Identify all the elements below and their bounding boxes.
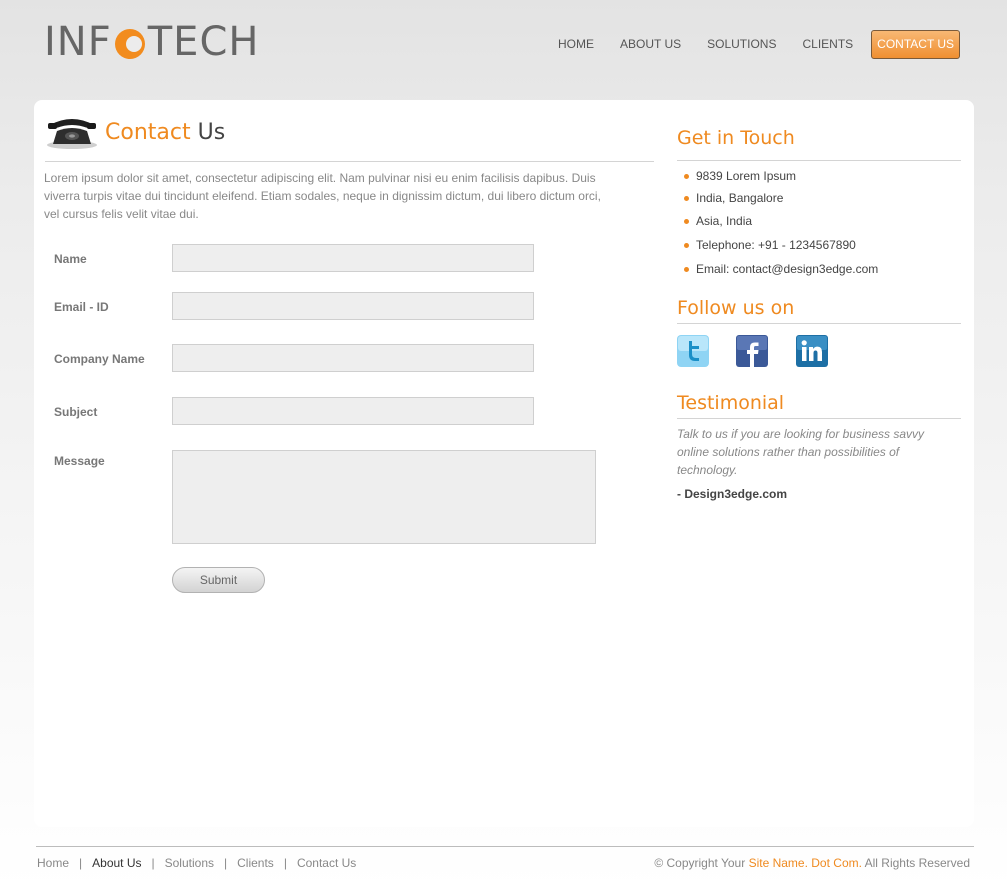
get-in-touch-heading: Get in Touch — [677, 127, 795, 149]
logo-text-left: INF — [44, 19, 112, 65]
footer-link-home[interactable]: Home — [37, 856, 69, 870]
footer-link-clients[interactable]: Clients — [237, 856, 274, 870]
logo-o-icon — [113, 25, 147, 59]
get-in-touch-divider — [677, 160, 961, 161]
copyright-prefix: © Copyright Your — [654, 856, 746, 870]
intro-text: Lorem ipsum dolor sit amet, consectetur … — [44, 171, 601, 221]
message-field[interactable] — [172, 450, 596, 544]
follow-us-heading: Follow us on — [677, 297, 795, 319]
subject-label: Subject — [54, 405, 98, 419]
company-name-label: Company Name — [54, 352, 145, 366]
testimonial-author: - Design3edge.com — [677, 487, 788, 501]
nav-home[interactable]: HOME — [548, 30, 604, 59]
contact-region: Asia, India — [684, 214, 752, 228]
facebook-icon[interactable] — [736, 335, 768, 367]
footer-divider — [36, 846, 974, 847]
footer-separator: | — [151, 856, 155, 870]
contact-email[interactable]: Email: contact@design3edge.com — [684, 262, 878, 276]
content-panel: Contact Us Lorem ipsum dolor sit amet, c… — [34, 100, 974, 827]
footer-separator: | — [283, 856, 287, 870]
footer-separator: | — [79, 856, 83, 870]
footer-nav: Home | About Us | Solutions | Clients | … — [37, 856, 356, 870]
page-title: Contact Us — [105, 120, 225, 145]
company-name-field[interactable] — [172, 344, 534, 372]
logo-text-right: TECH — [147, 19, 260, 65]
main-nav: HOME ABOUT US SOLUTIONS CLIENTS CONTACT … — [548, 30, 961, 59]
page-title-accent: Contact — [105, 120, 191, 145]
copyright-suffix: All Rights Reserved — [864, 856, 970, 870]
nav-solutions[interactable]: SOLUTIONS — [697, 30, 786, 59]
message-label: Message — [54, 454, 105, 468]
footer-link-about-us[interactable]: About Us — [92, 856, 141, 870]
contact-city: India, Bangalore — [684, 191, 783, 205]
testimonial-heading: Testimonial — [677, 392, 785, 414]
nav-contact-us[interactable]: CONTACT US — [871, 30, 961, 59]
telephone-icon — [45, 114, 99, 150]
testimonial-divider — [677, 418, 961, 419]
subject-field[interactable] — [172, 397, 534, 425]
name-label: Name — [54, 252, 87, 266]
testimonial-quote: Talk to us if you are looking for busine… — [677, 427, 925, 477]
title-divider — [45, 161, 654, 162]
email-field[interactable] — [172, 292, 534, 320]
page-title-rest: Us — [197, 120, 226, 145]
copyright-site-name[interactable]: Site Name. Dot Com. — [749, 856, 862, 870]
copyright-text: © Copyright Your Site Name. Dot Com. All… — [654, 856, 970, 870]
email-label: Email - ID — [54, 300, 109, 314]
contact-telephone: Telephone: +91 - 1234567890 — [684, 238, 856, 252]
contact-address: 9839 Lorem Ipsum — [684, 169, 796, 183]
submit-button[interactable]: Submit — [172, 567, 265, 593]
twitter-icon[interactable] — [677, 335, 709, 367]
footer-link-contact-us[interactable]: Contact Us — [297, 856, 356, 870]
footer-separator: | — [224, 856, 228, 870]
footer-link-solutions[interactable]: Solutions — [165, 856, 214, 870]
linkedin-icon[interactable] — [796, 335, 828, 367]
site-logo[interactable]: INF TECH — [44, 22, 259, 62]
follow-us-divider — [677, 323, 961, 324]
nav-clients[interactable]: CLIENTS — [792, 30, 863, 59]
nav-about-us[interactable]: ABOUT US — [610, 30, 691, 59]
name-field[interactable] — [172, 244, 534, 272]
